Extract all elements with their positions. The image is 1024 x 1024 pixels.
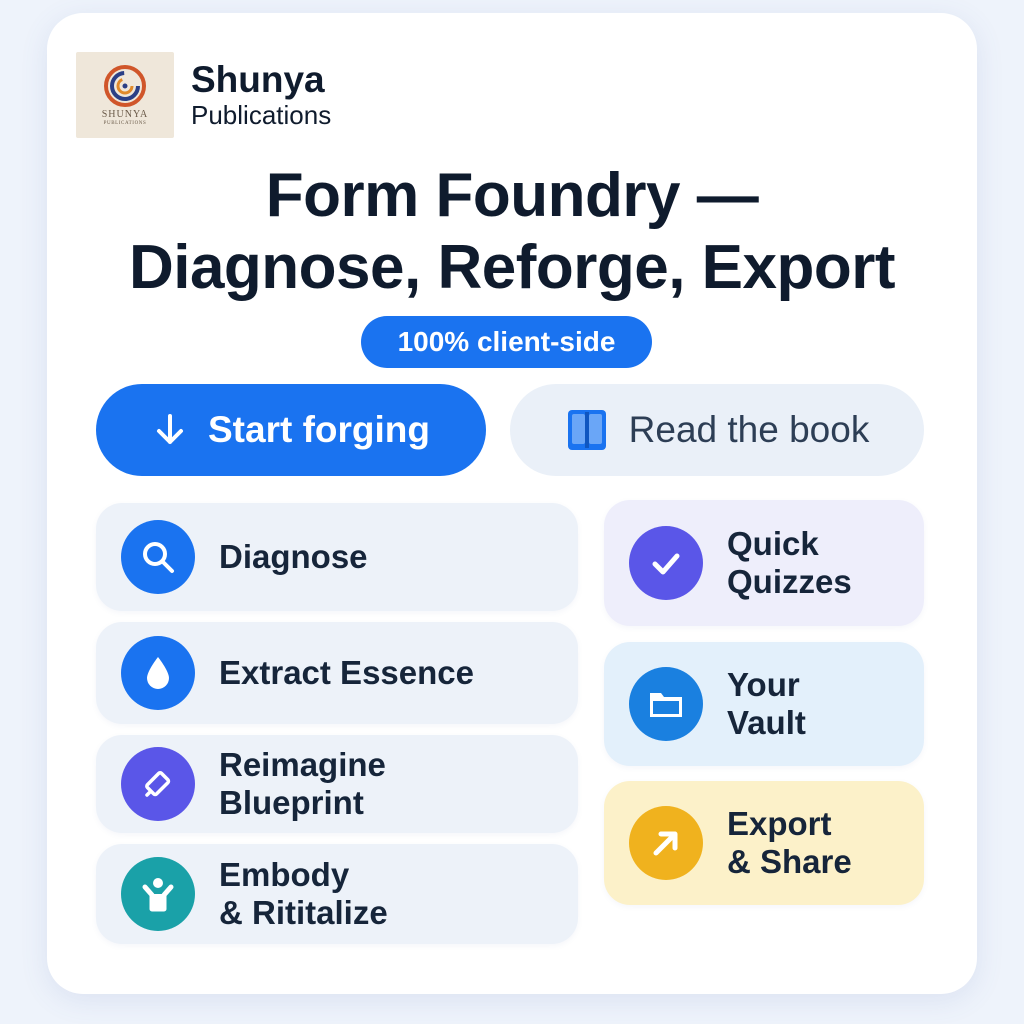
feature-label: Diagnose [219,538,368,575]
feature-quick-quizzes[interactable]: Quick Quizzes [604,500,924,626]
search-icon [121,520,195,594]
drop-icon [121,636,195,710]
brand-name: Shunya [191,59,325,100]
feature-label: Embody & Rititalize [219,856,388,931]
person-icon [121,857,195,931]
feature-your-vault[interactable]: Your Vault [604,642,924,766]
arrow-down-icon [152,412,188,448]
client-side-badge: 100% client-side [361,316,652,368]
page-title: Form Foundry — Diagnose, Reforge, Export [47,160,977,304]
feature-label: Quick Quizzes [727,525,852,600]
read-the-book-button[interactable]: Read the book [510,384,924,476]
swirl-icon [104,65,146,107]
arrow-up-right-icon [629,806,703,880]
feature-label: Your Vault [727,666,806,741]
feature-label: Extract Essence [219,654,474,691]
start-forging-button[interactable]: Start forging [96,384,486,476]
feature-label: Export & Share [727,805,852,880]
feature-label: Reimagine Blueprint [219,746,386,821]
read-the-book-label: Read the book [628,409,870,450]
title-line-1: Form Foundry — [265,161,759,230]
start-forging-label: Start forging [208,409,430,450]
brand-header: SHUNYA PUBLICATIONS Shunya Publications [76,52,331,138]
feature-export-share[interactable]: Export & Share [604,781,924,905]
shunya-logo: SHUNYA PUBLICATIONS [76,52,174,138]
feature-embody-rititalize[interactable]: Embody & Rititalize [96,844,578,944]
feature-reimagine-blueprint[interactable]: Reimagine Blueprint [96,735,578,833]
check-icon [629,526,703,600]
pen-icon [121,747,195,821]
title-line-2: Diagnose, Reforge, Export [128,233,896,302]
brand-subtitle: Publications [191,100,332,130]
folder-icon [629,667,703,741]
book-icon [565,407,609,453]
logo-text: SHUNYA [101,109,149,120]
feature-diagnose[interactable]: Diagnose [96,503,578,611]
feature-extract-essence[interactable]: Extract Essence [96,622,578,724]
logo-subtext: PUBLICATIONS [103,121,147,126]
